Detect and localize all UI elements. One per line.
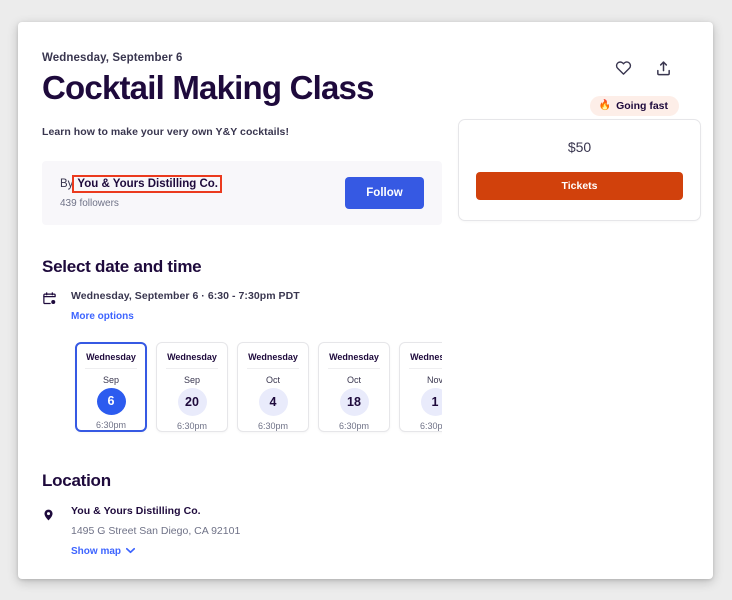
venue-name: You & Yours Distilling Co.	[71, 504, 201, 517]
date-card[interactable]: Wednesday Oct 4 6:30pm	[237, 341, 309, 432]
date-card-weekday: Wednesday	[247, 352, 299, 369]
right-column: $50 Tickets	[458, 107, 701, 221]
date-card[interactable]: Wednesday Nov 1 6:30pm	[399, 341, 442, 432]
location-section: Location You & Yours Distilling Co. 1495…	[42, 471, 442, 559]
date-card-day: 1	[420, 387, 442, 416]
datetime-summary-text-block: Wednesday, September 6 · 6:30 - 7:30pm P…	[71, 290, 300, 324]
date-card-time: 6:30pm	[176, 420, 208, 431]
date-card-month: Sep	[183, 374, 200, 385]
organizer-panel: By You & Yours Distilling Co. 439 follow…	[42, 160, 442, 225]
organizer-byline: By You & Yours Distilling Co.	[60, 174, 222, 193]
share-icon[interactable]	[653, 58, 673, 78]
date-card-time: 6:30pm	[95, 419, 127, 430]
going-fast-badge-wrapper: 🔥 Going fast	[589, 96, 679, 116]
date-card-day: 4	[258, 387, 288, 416]
page-title: Cocktail Making Class	[42, 69, 374, 106]
date-card-weekday: Wednesday	[328, 352, 380, 369]
date-cards-scroller[interactable]: Wednesday Sep 6 6:30pm Wednesday Sep 20 …	[73, 339, 442, 437]
show-map-label: Show map	[71, 545, 122, 557]
date-card-day: 18	[339, 387, 369, 416]
date-card-month: Sep	[102, 374, 119, 385]
organizer-info: By You & Yours Distilling Co. 439 follow…	[60, 174, 222, 209]
header-actions	[613, 52, 679, 78]
organizer-by-prefix: By	[60, 177, 74, 190]
datetime-summary: Wednesday, September 6 · 6:30 - 7:30pm P…	[71, 289, 300, 302]
tickets-button[interactable]: Tickets	[476, 171, 683, 200]
date-card-month: Oct	[346, 374, 361, 385]
location-text-block: You & Yours Distilling Co. 1495 G Street…	[71, 505, 240, 559]
date-card[interactable]: Wednesday Sep 6 6:30pm	[75, 341, 147, 432]
left-column: Learn how to make your very own Y&Y cock…	[42, 107, 442, 559]
date-card-day: 6	[96, 387, 126, 415]
event-description: Learn how to make your very own Y&Y cock…	[42, 125, 289, 138]
event-content: Wednesday, September 6 Cocktail Making C…	[18, 22, 713, 579]
date-card[interactable]: Wednesday Oct 18 6:30pm	[318, 341, 390, 432]
status-badge-label: Going fast	[616, 100, 668, 112]
status-badge: 🔥 Going fast	[589, 96, 679, 116]
ticket-panel: $50 Tickets	[458, 118, 701, 221]
show-map-toggle[interactable]: Show map	[71, 545, 136, 557]
datetime-summary-row: Wednesday, September 6 · 6:30 - 7:30pm P…	[42, 290, 442, 324]
event-header-text: Wednesday, September 6 Cocktail Making C…	[42, 52, 374, 107]
date-card-time: 6:30pm	[338, 420, 370, 431]
map-pin-icon	[42, 507, 56, 528]
date-card-weekday: Wednesday	[166, 352, 218, 369]
organizer-followers: 439 followers	[60, 197, 119, 209]
ticket-price: $50	[567, 138, 592, 155]
fire-icon: 🔥	[598, 100, 612, 111]
date-card-time: 6:30pm	[257, 420, 289, 431]
section-title-datetime: Select date and time	[42, 256, 202, 276]
event-page-card: Wednesday, September 6 Cocktail Making C…	[18, 22, 713, 579]
date-card-month: Nov	[426, 374, 442, 385]
heart-icon[interactable]	[613, 58, 633, 78]
event-date: Wednesday, September 6	[42, 52, 183, 64]
date-card[interactable]: Wednesday Sep 20 6:30pm	[156, 341, 228, 432]
date-card-month: Oct	[265, 374, 280, 385]
chevron-down-icon	[125, 546, 136, 557]
select-date-time-section: Select date and time Wednesday, Septembe…	[42, 257, 442, 437]
date-card-weekday: Wednesday	[85, 352, 137, 369]
organizer-name[interactable]: You & Yours Distilling Co.	[72, 174, 222, 193]
date-card-time: 6:30pm	[419, 420, 442, 431]
event-header: Wednesday, September 6 Cocktail Making C…	[42, 52, 679, 107]
follow-button[interactable]: Follow	[345, 176, 424, 209]
venue-address: 1495 G Street San Diego, CA 92101	[71, 524, 241, 537]
main-columns: Learn how to make your very own Y&Y cock…	[42, 107, 701, 559]
date-card-weekday: Wednesday	[409, 352, 442, 369]
calendar-clock-icon	[42, 291, 58, 311]
section-title-location: Location	[42, 470, 111, 490]
date-cards-list: Wednesday Sep 6 6:30pm Wednesday Sep 20 …	[73, 339, 442, 437]
more-options-link[interactable]: More options	[71, 311, 134, 322]
date-card-day: 20	[177, 387, 207, 416]
location-row: You & Yours Distilling Co. 1495 G Street…	[42, 505, 442, 559]
